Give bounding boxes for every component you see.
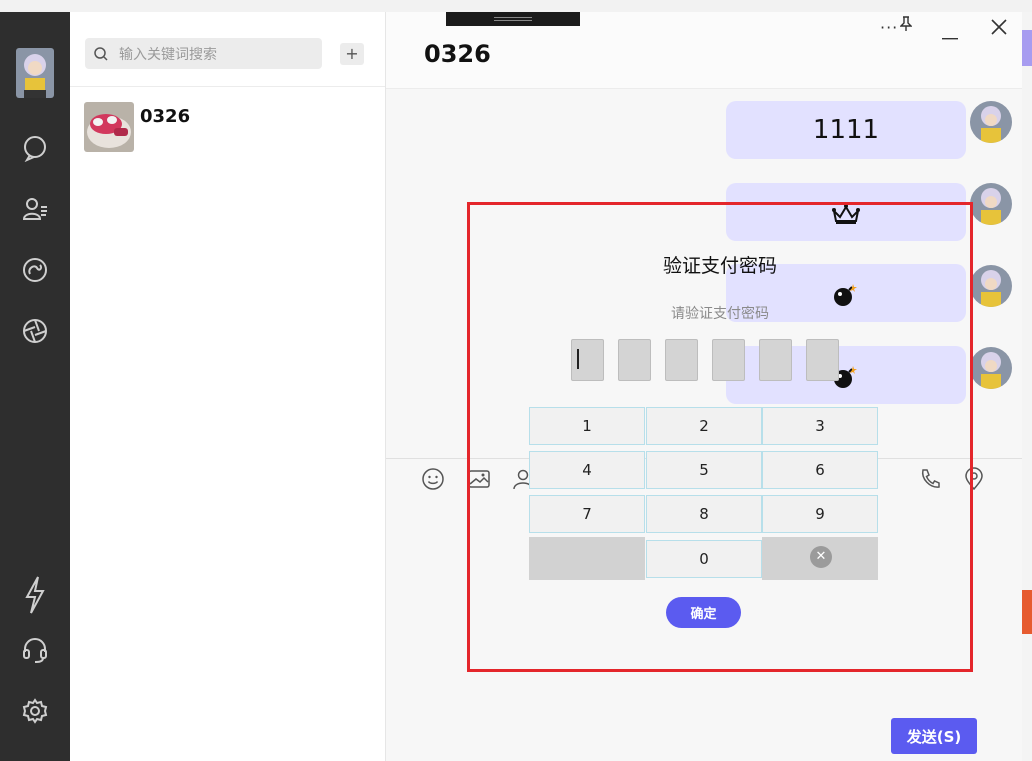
search-box[interactable]: [85, 38, 322, 71]
aperture-icon[interactable]: [21, 317, 49, 345]
conversation-avatar: [84, 102, 134, 152]
drag-handle[interactable]: [446, 12, 580, 26]
text-cursor: [577, 349, 579, 369]
pin-digit-box[interactable]: [712, 339, 745, 381]
message-avatar[interactable]: [970, 265, 1012, 307]
background-fragment-purple: [1022, 30, 1032, 66]
more-options-icon[interactable]: ···: [880, 18, 898, 37]
divider: [70, 86, 385, 87]
background-fragment-orange: [1022, 590, 1032, 634]
pin-digit-box[interactable]: [759, 339, 792, 381]
pin-digit-box[interactable]: [806, 339, 839, 381]
search-icon: [94, 47, 108, 61]
send-button[interactable]: 发送(S): [891, 718, 977, 754]
settings-gear-icon[interactable]: [21, 697, 49, 725]
message-text: 1111: [812, 115, 880, 145]
key-3[interactable]: 3: [762, 407, 878, 445]
delete-icon: ✕: [810, 546, 832, 568]
key-1[interactable]: 1: [529, 407, 645, 445]
message-avatar[interactable]: [970, 183, 1012, 225]
close-icon[interactable]: [991, 19, 1007, 39]
window-top-edge: [0, 0, 1032, 12]
contacts-icon[interactable]: [21, 195, 49, 223]
moments-icon[interactable]: [21, 256, 49, 284]
confirm-button[interactable]: 确定: [666, 597, 741, 628]
pin-digit-box[interactable]: [618, 339, 651, 381]
search-input[interactable]: [117, 38, 321, 71]
verify-payment-password-dialog: 验证支付密码 请验证支付密码 1 2 3 4 5 6 7 8 9 0 ✕ 确定: [467, 202, 973, 672]
key-blank: [529, 537, 645, 580]
pin-digit-box[interactable]: [571, 339, 604, 381]
drag-handle-line: [494, 20, 532, 21]
drag-handle-line: [494, 17, 532, 18]
background-window-fragment: [1022, 12, 1032, 761]
lightning-icon[interactable]: [21, 575, 49, 615]
support-headset-icon[interactable]: [21, 636, 49, 664]
nav-rail: [0, 12, 70, 761]
key-5[interactable]: 5: [646, 451, 762, 489]
chat-title: 0326: [424, 40, 491, 68]
conversation-item[interactable]: 0326: [70, 88, 385, 158]
key-7[interactable]: 7: [529, 495, 645, 533]
message-bubble[interactable]: 1111: [726, 101, 966, 159]
key-0[interactable]: 0: [646, 540, 762, 578]
key-9[interactable]: 9: [762, 495, 878, 533]
chat-bubble-icon[interactable]: [21, 134, 49, 163]
pin-icon[interactable]: [899, 16, 913, 36]
backspace-key[interactable]: ✕: [762, 537, 878, 580]
message-avatar[interactable]: [970, 101, 1012, 143]
key-2[interactable]: 2: [646, 407, 762, 445]
dialog-title: 验证支付密码: [662, 255, 777, 277]
key-8[interactable]: 8: [646, 495, 762, 533]
emoji-icon[interactable]: [421, 467, 445, 491]
message-avatar[interactable]: [970, 347, 1012, 389]
pin-digit-box[interactable]: [665, 339, 698, 381]
key-6[interactable]: 6: [762, 451, 878, 489]
conversation-name: 0326: [140, 106, 191, 127]
conversation-list-panel: + 0326: [70, 12, 386, 761]
user-avatar[interactable]: [16, 48, 54, 98]
key-4[interactable]: 4: [529, 451, 645, 489]
add-button[interactable]: +: [340, 43, 364, 65]
dialog-subtitle: 请验证支付密码: [671, 306, 769, 322]
minimize-icon[interactable]: [942, 25, 958, 44]
